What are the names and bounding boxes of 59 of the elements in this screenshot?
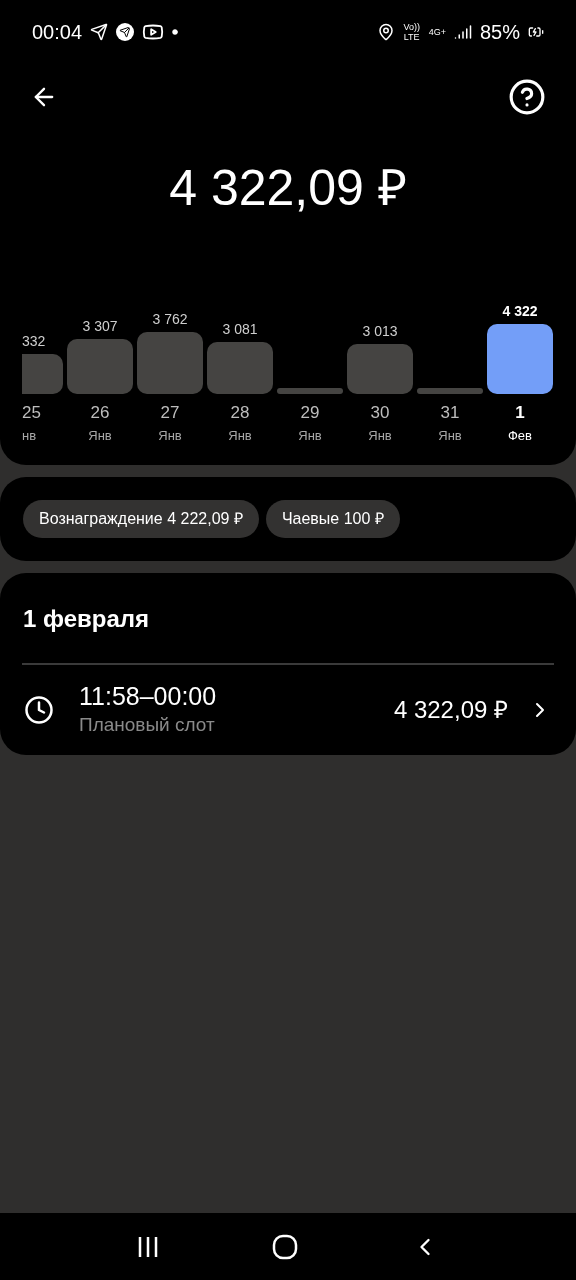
bar (207, 342, 273, 394)
paper-plane-icon (90, 23, 109, 41)
day-number: 1 (515, 402, 525, 424)
day-column[interactable]: 31 Янв (417, 298, 483, 445)
day-number: 28 (230, 402, 250, 424)
bar-value: 3 081 (222, 320, 258, 339)
day-column[interactable]: 3 762 27 Янв (137, 298, 203, 445)
month-label: Янв (298, 426, 322, 445)
recent-apps-icon[interactable] (136, 1235, 159, 1258)
bar-value: 3 013 (362, 322, 398, 341)
slot-time: 11:58–00:00 (79, 680, 218, 711)
slot-amount: 4 322,09 ₽ (393, 695, 508, 725)
day-column[interactable]: 3 081 28 Янв (207, 298, 273, 445)
slot-type: Плановый слот (79, 712, 216, 737)
battery-percent: 85% (479, 20, 520, 45)
signal-icon (453, 23, 472, 41)
network-label: Vo)) LTE (402, 22, 421, 42)
month-label: нв (22, 426, 37, 445)
slot-row[interactable]: 11:58–00:00 Плановый слот 4 322,09 ₽ (0, 665, 576, 755)
amount-chip[interactable]: Вознаграждение 4 222,09 ₽ (23, 500, 259, 538)
day-number: 25 (22, 402, 41, 424)
bar-value: 3 762 (152, 310, 188, 329)
location-icon (376, 23, 395, 41)
total-amount: 4 322,09 ₽ (169, 159, 407, 218)
bar-value: 4 322 (502, 302, 538, 321)
bar (67, 339, 133, 394)
day-column[interactable]: 3 307 26 Янв (67, 298, 133, 445)
bar (347, 344, 413, 394)
day-number: 30 (370, 402, 390, 424)
battery-icon (528, 24, 544, 40)
day-column[interactable]: 332 25 нв (22, 298, 63, 445)
network-label: 4G+ (428, 27, 446, 37)
bar (22, 354, 63, 394)
day-number: 27 (160, 402, 180, 424)
help-icon[interactable] (508, 78, 546, 116)
day-column[interactable]: 4 322 1 Фев (487, 298, 553, 445)
bar-value: 332 (22, 332, 46, 351)
day-column[interactable]: 29 Янв (277, 298, 343, 445)
month-label: Янв (228, 426, 252, 445)
bar (137, 332, 203, 394)
month-label: Янв (438, 426, 462, 445)
bar (417, 388, 483, 394)
month-label: Янв (158, 426, 182, 445)
day-column[interactable]: 3 013 30 Янв (347, 298, 413, 445)
day-number: 29 (300, 402, 320, 424)
amount-chip[interactable]: Чаевые 100 ₽ (265, 500, 400, 538)
month-label: Янв (88, 426, 112, 445)
day-number: 26 (90, 402, 110, 424)
month-label: Фев (508, 426, 532, 445)
month-label: Янв (368, 426, 392, 445)
bar (277, 388, 343, 394)
bar (487, 324, 553, 394)
day-number: 31 (440, 402, 460, 424)
clock-icon (24, 695, 54, 725)
home-icon[interactable] (272, 1233, 298, 1260)
dot-icon (172, 29, 179, 35)
section-title: 1 февраля (22, 604, 151, 634)
status-time: 00:04 (32, 20, 83, 45)
bar-value: 3 307 (82, 317, 118, 336)
